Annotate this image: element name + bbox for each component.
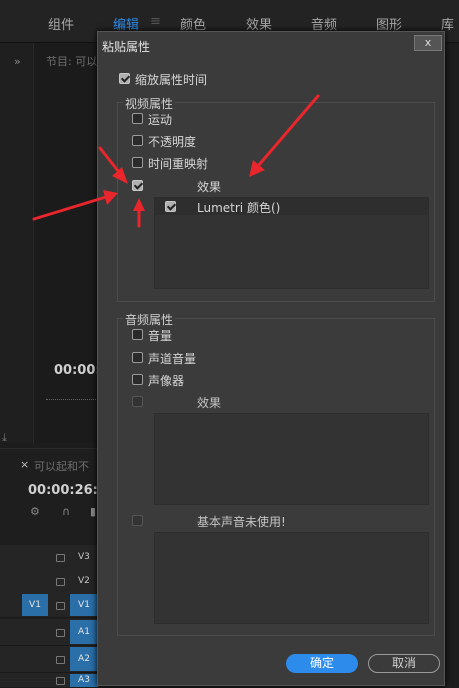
lock-icon[interactable] xyxy=(56,629,65,637)
track-row-a1: A1 xyxy=(0,619,100,646)
program-monitor-label[interactable]: 节目: 可以 xyxy=(46,53,97,69)
video-effects-list[interactable]: Lumetri 颜色() xyxy=(154,197,429,289)
essential-sound-label: 基本声音未使用! xyxy=(197,515,286,529)
program-monitor-panel: 节目: 可以 00:00: xyxy=(33,43,104,443)
volume-label: 音量 xyxy=(148,329,173,343)
track-row-v3: V3 xyxy=(0,545,100,570)
track-row-v1: V1 V1 xyxy=(0,593,100,618)
program-timecode[interactable]: 00:00: xyxy=(54,363,101,378)
source-panel: » ⤓ xyxy=(0,43,32,445)
lock-icon[interactable] xyxy=(56,554,65,562)
audio-effects-label: 效果 xyxy=(197,396,222,410)
lock-icon[interactable] xyxy=(56,578,65,586)
channel-volume-label: 声道音量 xyxy=(148,352,197,366)
dialog-title: 粘贴属性 xyxy=(102,40,151,54)
motion-checkbox[interactable] xyxy=(132,113,143,124)
scale-time-checkbox[interactable] xyxy=(119,73,130,84)
audio-effects-list[interactable] xyxy=(154,413,429,505)
track-row-v2: V2 xyxy=(0,569,100,594)
lumetri-checkbox[interactable] xyxy=(165,201,176,212)
snap-icon[interactable]: ⚙ xyxy=(30,505,40,518)
timeline-tab-label[interactable]: 可以起和不 xyxy=(34,458,89,474)
linked-selection-icon[interactable]: ∩ xyxy=(62,505,70,518)
source-patch-v1[interactable]: V1 xyxy=(22,594,48,616)
panner-label: 声像器 xyxy=(148,374,185,388)
lock-icon[interactable] xyxy=(56,656,65,664)
track-label[interactable]: V2 xyxy=(78,576,90,586)
time-remap-checkbox[interactable] xyxy=(132,157,143,168)
timeline-panel: × 可以起和不 00:00:26: ⚙ ∩ ▮ V3 V2 V1 V1 A1 A… xyxy=(0,448,100,688)
track-target-a1[interactable]: A1 xyxy=(70,620,98,644)
opacity-label: 不透明度 xyxy=(148,135,197,149)
motion-label: 运动 xyxy=(148,113,173,127)
video-effects-checkbox[interactable] xyxy=(132,180,143,191)
lock-icon[interactable] xyxy=(56,677,65,685)
essential-sound-list[interactable] xyxy=(154,532,429,624)
panner-checkbox[interactable] xyxy=(132,374,143,385)
track-label[interactable]: V3 xyxy=(78,552,90,562)
menu-item-assembly[interactable]: 组件 xyxy=(48,14,74,33)
scale-time-label: 缩放属性时间 xyxy=(135,73,208,87)
add-marker-icon[interactable]: ▮ xyxy=(90,505,96,518)
channel-volume-checkbox[interactable] xyxy=(132,352,143,363)
timeline-timecode[interactable]: 00:00:26: xyxy=(28,483,98,498)
program-scrub-ruler[interactable] xyxy=(46,393,98,400)
cancel-button[interactable]: 取消 xyxy=(368,654,440,673)
track-target-a2[interactable]: A2 xyxy=(70,647,98,671)
list-item[interactable]: Lumetri 颜色() xyxy=(155,198,428,215)
close-button[interactable]: x xyxy=(414,35,442,51)
lock-icon[interactable] xyxy=(56,602,65,610)
panel-expand-icon[interactable]: » xyxy=(14,55,21,68)
opacity-checkbox[interactable] xyxy=(132,135,143,146)
time-remap-label: 时间重映射 xyxy=(148,157,209,171)
close-icon: x xyxy=(424,36,432,49)
lumetri-label: Lumetri 颜色() xyxy=(197,201,281,215)
audio-effects-checkbox[interactable] xyxy=(132,396,143,407)
track-row-a2: A2 xyxy=(0,646,100,673)
video-effects-label: 效果 xyxy=(197,180,222,194)
track-target-v1[interactable]: V1 xyxy=(70,594,98,616)
ok-button[interactable]: 确定 xyxy=(286,654,358,673)
export-frame-icon[interactable]: ⤓ xyxy=(2,431,7,445)
audio-attributes-title: 音频属性 xyxy=(123,311,176,328)
video-attributes-title: 视频属性 xyxy=(123,95,176,112)
volume-checkbox[interactable] xyxy=(132,329,143,340)
paste-attributes-dialog: 粘贴属性 x 缩放属性时间 视频属性 运动 不透明度 时间重映射 效果 Lume… xyxy=(97,31,445,686)
menu-separator-icon: ≡ xyxy=(150,14,161,29)
timeline-close-icon[interactable]: × xyxy=(20,458,29,471)
track-target-a3[interactable]: A3 xyxy=(70,674,98,687)
essential-sound-checkbox[interactable] xyxy=(132,515,143,526)
